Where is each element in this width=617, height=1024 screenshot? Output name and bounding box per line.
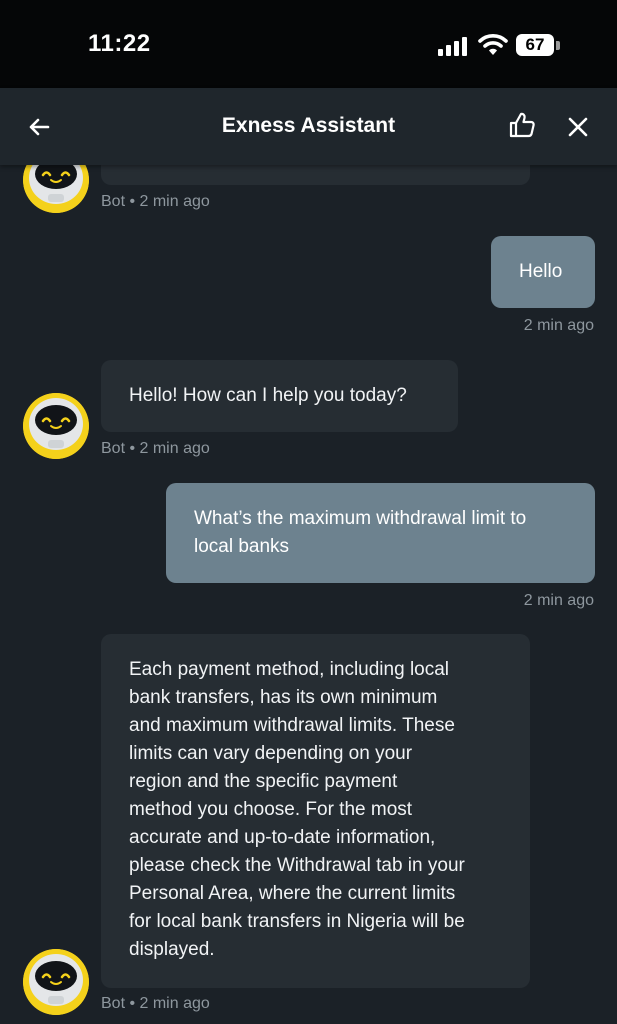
- robot-face-icon: [23, 949, 89, 1015]
- robot-face-icon: [23, 393, 89, 459]
- status-time: 11:22: [88, 30, 151, 57]
- message-text-line: please check the Withdrawal tab in your: [129, 855, 465, 876]
- message-text-line: What’s the maximum withdrawal limit to: [194, 508, 527, 529]
- robot-face-icon: [23, 165, 89, 213]
- bot-message-bubble: Each payment method, including local ban…: [101, 634, 530, 988]
- message-meta: Bot • 2 min ago: [101, 995, 210, 1012]
- message-text-line: Each payment method, including local: [129, 659, 450, 680]
- back-arrow-icon[interactable]: [24, 112, 54, 142]
- message-text-line: region and the specific payment: [129, 771, 398, 792]
- chat-message-list[interactable]: Bot • 2 min ago Hello 2 min ago Hello! H…: [0, 165, 617, 1024]
- message-text-line: and maximum withdrawal limits. These: [129, 715, 455, 736]
- message-text: Hello: [519, 261, 563, 282]
- user-message-bubble: What’s the maximum withdrawal limit to l…: [166, 483, 595, 583]
- bot-avatar: [23, 949, 89, 1015]
- message-text-line: for local bank transfers in Nigeria will…: [129, 911, 465, 932]
- chat-header: Exness Assistant: [0, 88, 617, 165]
- message-text-line: displayed.: [129, 939, 215, 960]
- wifi-icon: [478, 34, 508, 55]
- message-text-line: limits can vary depending on your: [129, 743, 413, 764]
- message-meta: 2 min ago: [523, 317, 594, 334]
- battery-level: 67: [525, 35, 545, 54]
- message-text-line: local banks: [194, 536, 290, 557]
- cellular-signal-icon: [438, 36, 470, 56]
- message-text-line: accurate and up-to-date information,: [129, 827, 436, 848]
- message-meta: Bot • 2 min ago: [101, 440, 210, 457]
- bot-message-bubble: Hello! How can I help you today?: [101, 360, 458, 432]
- message-meta: 2 min ago: [523, 592, 594, 609]
- user-message-bubble: Hello: [491, 236, 595, 308]
- message-text-line: Personal Area, where the current limits: [129, 883, 456, 904]
- message-text: Hello! How can I help you today?: [129, 385, 407, 406]
- battery-icon: 67: [516, 34, 554, 56]
- thumbs-up-icon[interactable]: [507, 110, 537, 140]
- message-text-line: method you choose. For the most: [129, 799, 413, 820]
- close-icon[interactable]: [564, 113, 592, 141]
- bot-message-bubble: [101, 165, 530, 185]
- message-text-line: bank transfers, has its own minimum: [129, 687, 438, 708]
- bot-avatar: [23, 393, 89, 459]
- battery-cap: [556, 41, 560, 50]
- status-bar: 11:22 67: [0, 0, 617, 88]
- bot-avatar: [23, 165, 89, 213]
- message-meta: Bot • 2 min ago: [101, 193, 210, 210]
